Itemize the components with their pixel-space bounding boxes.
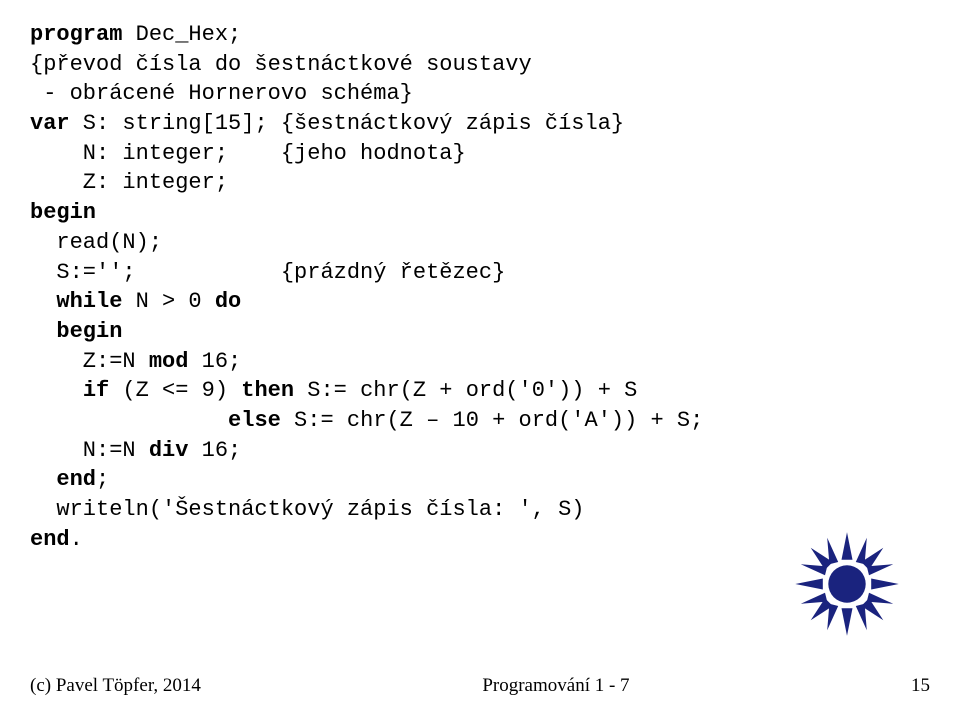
text: S:= chr(Z + ord('0')) + S [294, 378, 637, 403]
code-block: program Dec_Hex; {převod čísla do šestná… [0, 0, 960, 554]
kw-else: else [228, 408, 281, 433]
kw-end: end [56, 467, 96, 492]
code-line: read(N); [30, 228, 930, 258]
code-line: Z: integer; [30, 168, 930, 198]
code-line: Z:=N mod 16; [30, 347, 930, 377]
text: 16; [188, 438, 241, 463]
indent [30, 408, 228, 433]
kw-if: if [83, 378, 109, 403]
code-line: {převod čísla do šestnáctkové soustavy [30, 50, 930, 80]
text: (Z <= 9) [109, 378, 241, 403]
kw-program: program [30, 22, 122, 47]
code-line: while N > 0 do [30, 287, 930, 317]
code-line: begin [30, 317, 930, 347]
kw-while: while [56, 289, 122, 314]
page-footer: (c) Pavel Töpfer, 2014 Programování 1 - … [30, 675, 930, 697]
text: 16; [188, 349, 241, 374]
kw-div: div [149, 438, 189, 463]
code-line: else S:= chr(Z – 10 + ord('A')) + S; [30, 406, 930, 436]
kw-then: then [241, 378, 294, 403]
kw-do: do [215, 289, 241, 314]
text: Dec_Hex; [122, 22, 241, 47]
sun-icon [792, 529, 902, 639]
text: N > 0 [122, 289, 214, 314]
kw-begin: begin [30, 198, 930, 228]
indent [30, 378, 83, 403]
footer-page-number: 15 [911, 675, 930, 697]
code-line: if (Z <= 9) then S:= chr(Z + ord('0')) +… [30, 376, 930, 406]
text: S:= chr(Z – 10 + ord('A')) + S; [281, 408, 703, 433]
code-line: writeln('Šestnáctkový zápis čísla: ', S) [30, 495, 930, 525]
text: Z:=N [30, 349, 149, 374]
code-line: program Dec_Hex; [30, 20, 930, 50]
footer-title: Programování 1 - 7 [482, 675, 629, 697]
code-line: N: integer; {jeho hodnota} [30, 139, 930, 169]
indent [30, 467, 56, 492]
text: N:=N [30, 438, 149, 463]
footer-copyright: (c) Pavel Töpfer, 2014 [30, 675, 201, 697]
text: . [70, 527, 83, 552]
kw-var: var [30, 111, 70, 136]
code-line: - obrácené Hornerovo schéma} [30, 79, 930, 109]
code-line: end; [30, 465, 930, 495]
code-line: var S: string[15]; {šestnáctkový zápis č… [30, 109, 930, 139]
text: S: string[15]; {šestnáctkový zápis čísla… [70, 111, 625, 136]
code-line: S:=''; {prázdný řetězec} [30, 258, 930, 288]
indent [30, 319, 56, 344]
kw-begin: begin [56, 319, 122, 344]
kw-end: end [30, 527, 70, 552]
text: ; [96, 467, 109, 492]
indent [30, 289, 56, 314]
code-line: N:=N div 16; [30, 436, 930, 466]
kw-mod: mod [149, 349, 189, 374]
